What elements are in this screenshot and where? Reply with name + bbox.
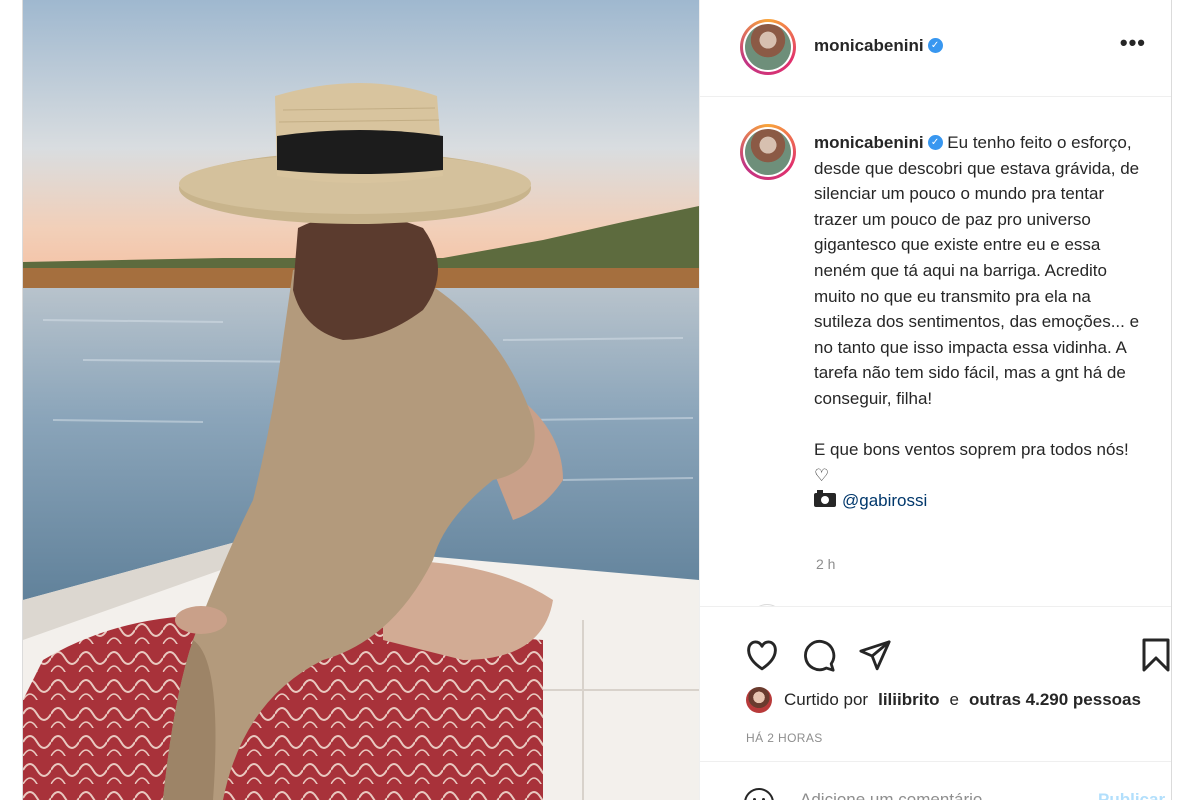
photo-illustration <box>23 0 699 800</box>
likes-summary: Curtido por liliibrito e outras 4.290 pe… <box>746 687 1141 713</box>
caption-body: Eu tenho feito o esforço, desde que desc… <box>814 133 1140 485</box>
post-actions: Curtido por liliibrito e outras 4.290 pe… <box>700 606 1172 762</box>
caption-mention-link[interactable]: @gabirossi <box>842 491 927 510</box>
author-avatar[interactable] <box>740 19 796 75</box>
more-options-icon[interactable]: ••• <box>1120 30 1146 56</box>
author-username[interactable]: monicabenini ✓ <box>814 36 943 56</box>
liker-username[interactable]: liliibrito <box>878 690 939 710</box>
publish-comment-button[interactable]: Publicar <box>1098 790 1165 800</box>
bookmark-icon[interactable] <box>1140 637 1172 673</box>
likes-prefix: Curtido por <box>784 690 869 709</box>
post-card: monicabenini ✓ ••• monicabenini ✓ Eu tenho… <box>22 0 1172 800</box>
caption-avatar-image <box>745 129 791 175</box>
likes-connector: e <box>949 690 959 709</box>
emoji-smiley-icon[interactable] <box>744 788 774 800</box>
author-username-text[interactable]: monicabenini <box>814 36 924 55</box>
post-photo[interactable] <box>23 0 699 800</box>
camera-icon <box>814 490 836 508</box>
author-avatar-image <box>745 24 791 70</box>
add-comment-bar: Publicar <box>700 761 1171 800</box>
caption-verified-badge-icon: ✓ <box>927 135 943 151</box>
liker-avatar[interactable] <box>746 687 772 713</box>
post-header: monicabenini ✓ ••• <box>700 0 1171 97</box>
comment-bubble-icon[interactable] <box>802 639 836 673</box>
likes-others-link[interactable]: outras 4.290 pessoas <box>969 690 1141 710</box>
paper-plane-icon[interactable] <box>858 639 892 673</box>
caption-avatar[interactable] <box>740 124 796 180</box>
caption-area: monicabenini ✓ Eu tenho feito o esforço, … <box>700 96 1171 606</box>
caption-time: 2 h <box>816 556 836 572</box>
caption-text-block: monicabenini ✓ Eu tenho feito o esforço, … <box>814 130 1144 514</box>
post-timestamp[interactable]: HÁ 2 HORAS <box>746 731 823 745</box>
caption-username[interactable]: monicabenini <box>814 133 924 152</box>
comment-input[interactable] <box>800 788 1080 800</box>
verified-badge-icon: ✓ <box>927 38 943 54</box>
heart-icon[interactable] <box>744 639 780 671</box>
post-details-panel: monicabenini ✓ ••• monicabenini ✓ Eu tenho… <box>699 0 1172 800</box>
